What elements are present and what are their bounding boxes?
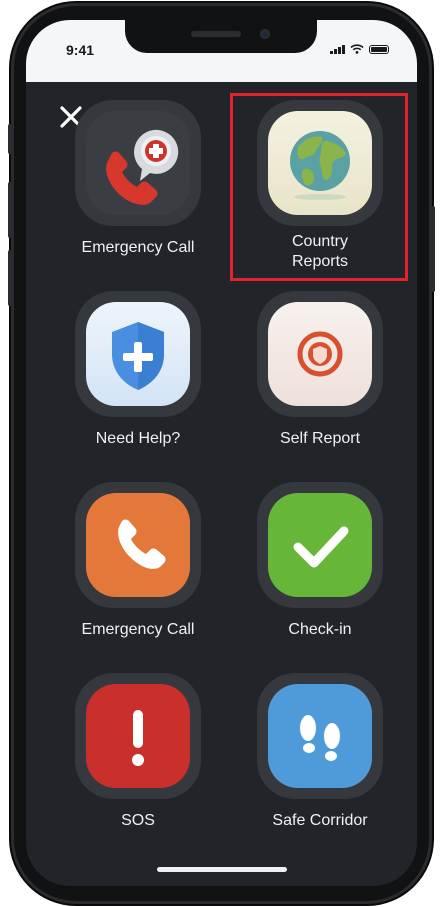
tile-ring — [257, 673, 383, 799]
tile-ring — [75, 482, 201, 608]
tile-label: Emergency Call — [81, 621, 195, 638]
shield-plus-icon — [86, 302, 190, 406]
cellular-signal-icon — [330, 44, 345, 54]
highlight-box — [230, 93, 408, 281]
status-bar: 9:41 — [26, 20, 417, 82]
status-time: 9:41 — [66, 42, 95, 58]
phone-with-medical-bubble-icon — [86, 111, 190, 215]
tile-label: Self Report — [279, 430, 361, 447]
tile-ring — [75, 291, 201, 417]
footprints-icon — [268, 684, 372, 788]
tile-ring — [257, 291, 383, 417]
tile-label: Check-in — [288, 621, 352, 638]
wifi-icon — [350, 44, 364, 54]
tile-emergency-call[interactable]: Emergency Call — [63, 482, 213, 640]
tile-label: Need Help? — [95, 430, 181, 447]
tile-ring — [75, 100, 201, 226]
checkmark-icon — [268, 493, 372, 597]
volume-up-button — [8, 182, 12, 238]
front-camera — [260, 29, 270, 39]
phone-icon — [86, 493, 190, 597]
battery-icon — [369, 44, 389, 54]
power-button — [431, 206, 435, 292]
tile-safe-corridor[interactable]: Safe Corridor — [245, 673, 395, 831]
tile-label: SOS — [121, 812, 155, 829]
tile-label: Emergency Call — [81, 239, 195, 256]
exclamation-icon — [86, 684, 190, 788]
mute-switch — [8, 124, 12, 154]
tile-check-in[interactable]: Check-in — [245, 482, 395, 640]
home-indicator — [157, 867, 287, 872]
tile-ring — [75, 673, 201, 799]
tile-ring — [257, 482, 383, 608]
tile-label: Safe Corridor — [272, 812, 368, 829]
tile-need-help[interactable]: Need Help? — [63, 291, 213, 449]
tile-emergency-call-medical[interactable]: Emergency Call — [63, 100, 213, 258]
shield-badge-icon — [268, 302, 372, 406]
volume-down-button — [8, 250, 12, 306]
tile-self-report[interactable]: Self Report — [245, 291, 395, 449]
status-icons — [330, 44, 389, 54]
tile-sos[interactable]: SOS — [63, 673, 213, 831]
speaker-grille — [191, 31, 241, 37]
notch — [125, 20, 317, 53]
